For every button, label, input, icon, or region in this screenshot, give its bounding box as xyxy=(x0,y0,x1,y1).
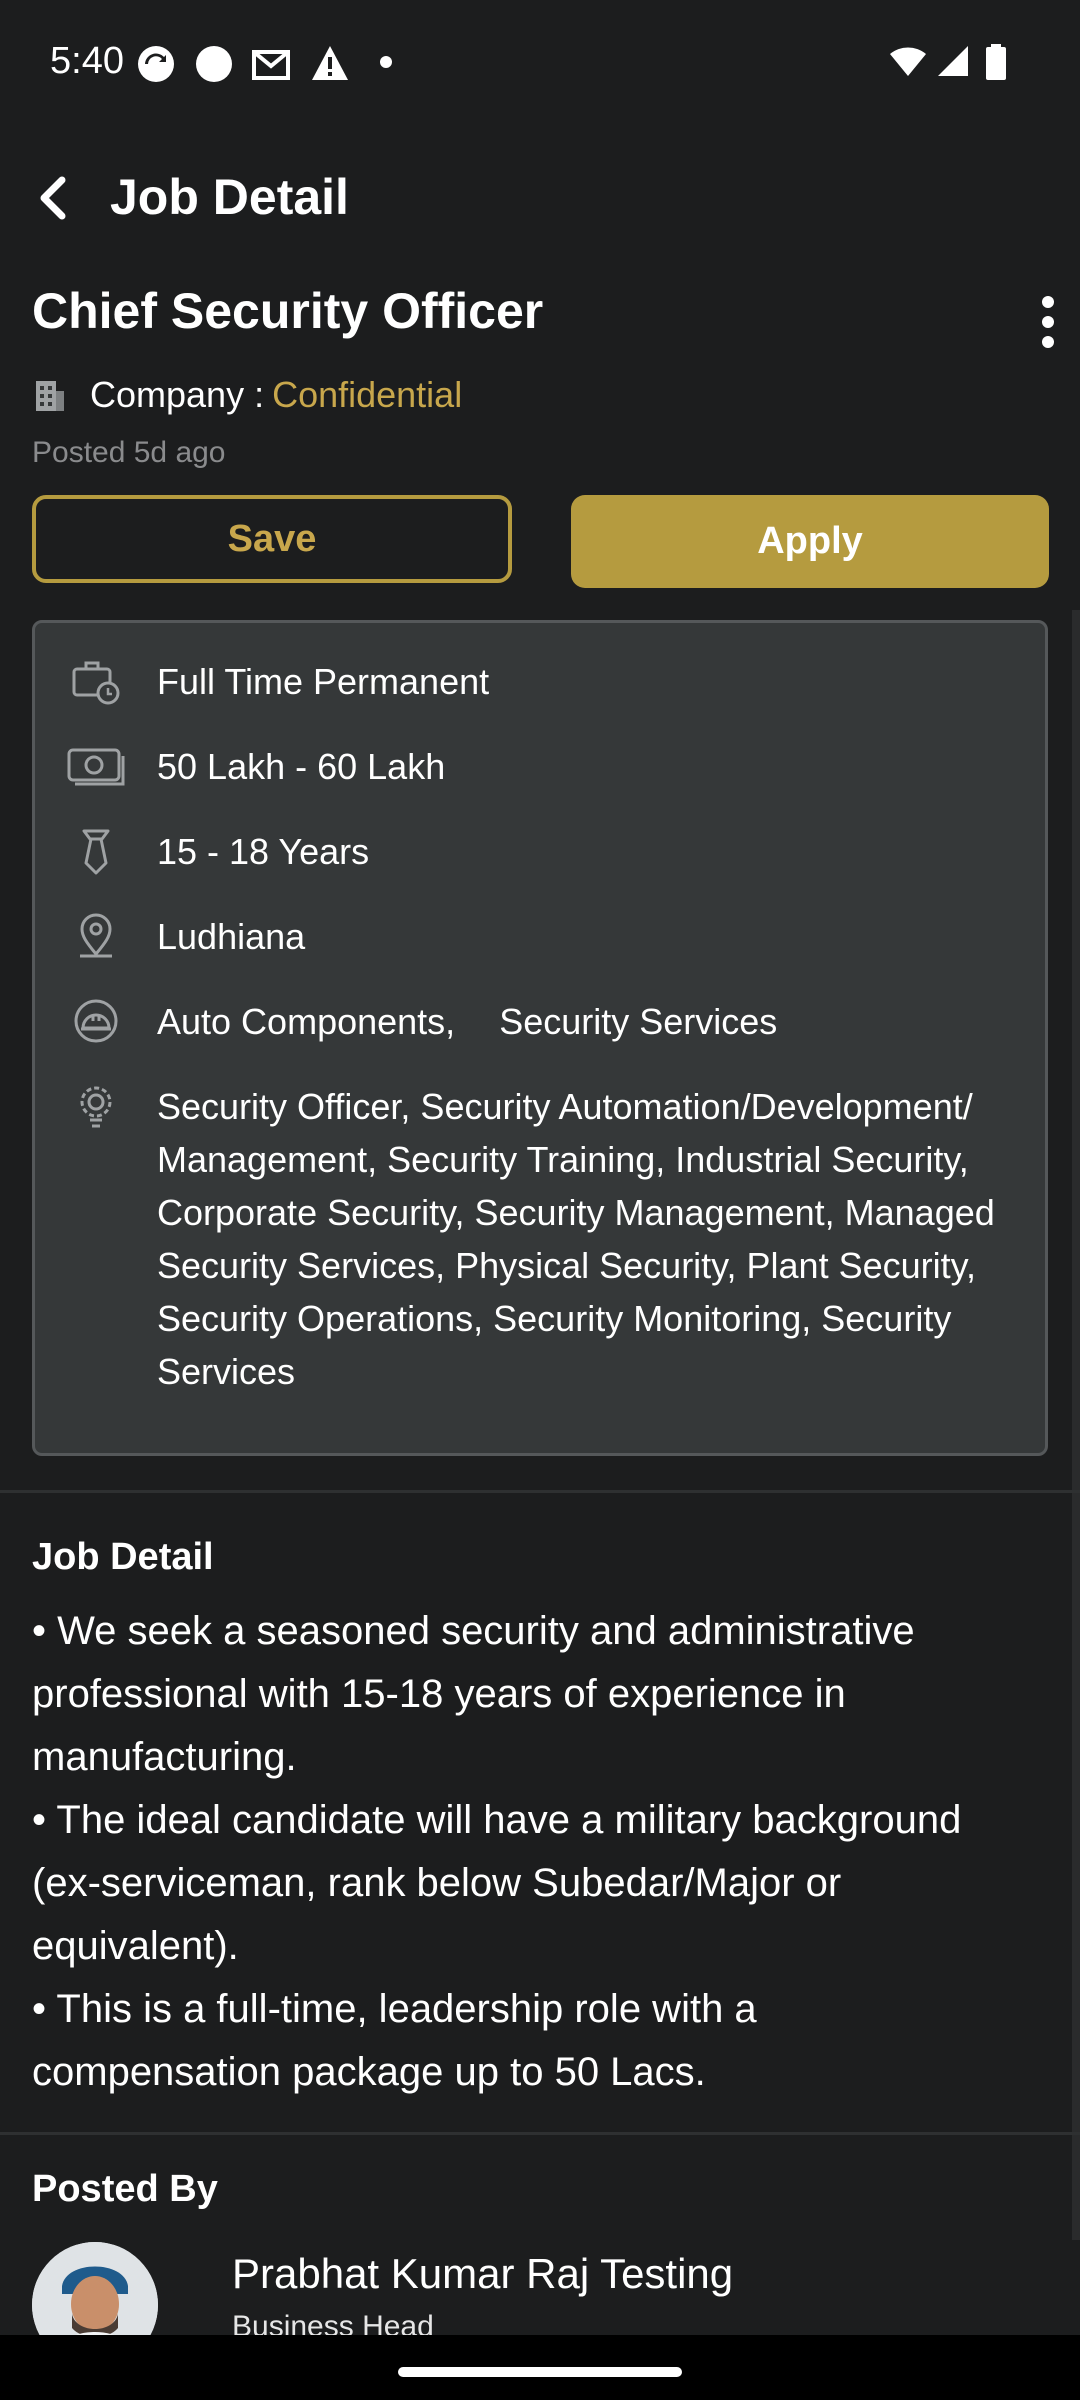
description-line: • We seek a seasoned security and admini… xyxy=(32,1609,915,1653)
sync-app-icon xyxy=(138,46,174,82)
salary-text: 50 Lakh - 60 Lakh xyxy=(157,746,446,787)
job-description: • We seek a seasoned security and admini… xyxy=(32,1600,1042,2104)
industry-row: Auto Components, Security Services xyxy=(67,995,777,1048)
description-line: • This is a full-time, leadership role w… xyxy=(32,1987,757,2031)
page-title: Job Detail xyxy=(110,169,349,225)
wifi-icon xyxy=(890,47,926,76)
briefcase-clock-icon xyxy=(72,661,120,705)
save-button[interactable]: Save xyxy=(32,495,512,583)
posted-by-heading: Posted By xyxy=(32,2168,218,2210)
location-row: Ludhiana xyxy=(67,910,305,963)
back-button[interactable] xyxy=(20,162,92,234)
skills-line: Security Operations, Security Monitoring… xyxy=(157,1298,952,1339)
more-options-button[interactable] xyxy=(1010,290,1066,354)
skills-line: Management, Security Training, Industria… xyxy=(157,1139,969,1180)
job-info-card: Full Time Permanent 50 Lakh - 60 Lakh 15… xyxy=(32,620,1048,1456)
scrollbar[interactable] xyxy=(1072,610,1080,2240)
notification-dot-icon xyxy=(380,56,392,68)
company-row: Company : Confidential xyxy=(32,370,462,420)
salary-row: 50 Lakh - 60 Lakh xyxy=(67,740,445,793)
circle-app-icon xyxy=(196,46,232,82)
experience-row: 15 - 18 Years xyxy=(67,825,369,878)
skills-line: Corporate Security, Security Management,… xyxy=(157,1192,995,1233)
back-arrow-icon xyxy=(40,176,66,220)
apply-button[interactable]: Apply xyxy=(571,495,1049,588)
description-line: (ex-serviceman, rank below Subedar/Major… xyxy=(32,1861,842,1905)
company-value: Confidential xyxy=(272,374,463,415)
industry-item: Auto Components, xyxy=(157,1001,456,1042)
location-text: Ludhiana xyxy=(157,916,306,957)
warning-icon xyxy=(312,46,348,80)
system-nav-bar xyxy=(0,2335,1080,2400)
app-bar: Job Detail xyxy=(0,150,1080,246)
cash-icon xyxy=(67,748,125,786)
job-title: Chief Security Officer xyxy=(32,283,544,339)
building-icon xyxy=(36,381,64,411)
industry-item: Security Services xyxy=(499,1001,778,1042)
skills-gear-icon xyxy=(80,1086,112,1128)
status-bar: 5:40 xyxy=(0,0,1080,130)
signal-icon xyxy=(938,46,968,76)
location-pin-icon xyxy=(80,913,112,958)
skills-line: Services xyxy=(157,1351,296,1392)
description-line: equivalent). xyxy=(32,1924,239,1968)
experience-text: 15 - 18 Years xyxy=(157,831,370,872)
section-divider xyxy=(0,1490,1080,1493)
skills-line: Security Officer, Security Automation/De… xyxy=(157,1086,973,1127)
tie-icon xyxy=(82,829,110,875)
poster-name: Prabhat Kumar Raj Testing xyxy=(232,2250,734,2297)
description-line: manufacturing. xyxy=(32,1735,297,1779)
job-detail-heading: Job Detail xyxy=(32,1536,214,1578)
home-gesture-handle[interactable] xyxy=(398,2367,682,2377)
gmail-icon xyxy=(252,50,290,80)
job-type-row: Full Time Permanent xyxy=(67,655,489,708)
description-line: professional with 15-18 years of experie… xyxy=(32,1672,846,1716)
battery-icon xyxy=(986,44,1006,80)
skills-row: Security Officer, Security Automation/De… xyxy=(67,1080,995,1398)
description-line: • The ideal candidate will have a milita… xyxy=(32,1798,962,1842)
helmet-icon xyxy=(74,999,118,1043)
posted-time: Posted 5d ago xyxy=(32,436,226,469)
company-label: Company : xyxy=(90,374,265,415)
skills-line: Security Services, Physical Security, Pl… xyxy=(157,1245,976,1286)
job-type-text: Full Time Permanent xyxy=(157,661,490,702)
industry-text: Auto Components, Security Services xyxy=(157,995,777,1048)
section-divider xyxy=(0,2132,1080,2135)
description-line: compensation package up to 50 Lacs. xyxy=(32,2050,706,2094)
status-time: 5:40 xyxy=(50,40,124,82)
skills-text: Security Officer, Security Automation/De… xyxy=(157,1080,995,1398)
more-vert-icon xyxy=(1042,296,1054,348)
